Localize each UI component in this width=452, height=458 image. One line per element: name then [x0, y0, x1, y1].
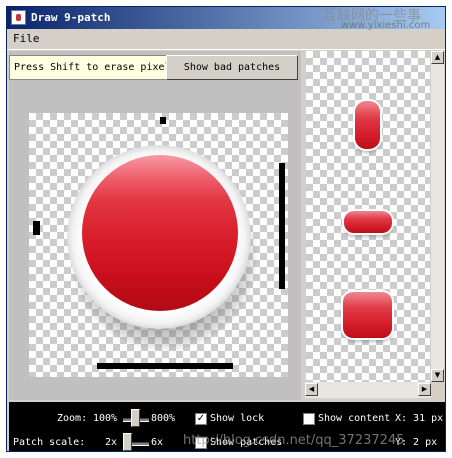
window-title: Draw 9-patch: [31, 11, 111, 24]
patch-scale-label: Patch scale:: [13, 437, 86, 448]
preview-horizontal-scrollbar[interactable]: ◀ ▶: [305, 382, 431, 398]
vertical-stretch-preview: [355, 101, 380, 149]
red-round-button-image: [82, 155, 238, 311]
menu-file[interactable]: File: [13, 32, 40, 45]
scroll-up-arrow-icon[interactable]: ▲: [431, 51, 444, 64]
zoom-slider-thumb[interactable]: [131, 409, 140, 427]
preview-pane: ▲ ▼ ◀ ▶: [305, 51, 444, 400]
show-content-label: Show content: [318, 413, 391, 424]
scroll-right-arrow-icon[interactable]: ▶: [418, 383, 431, 396]
show-lock-checkbox[interactable]: ✓: [195, 413, 207, 425]
preview-vertical-scrollbar[interactable]: ▲ ▼: [431, 51, 444, 382]
left-stretch-marker: [33, 221, 40, 235]
draw-9-patch-window: Draw 9-patch File Press Shift to erase p…: [6, 6, 446, 452]
java-app-icon: [11, 10, 26, 25]
scroll-left-arrow-icon[interactable]: ◀: [305, 383, 318, 396]
zoom-max-label: 800%: [151, 413, 176, 424]
watermark-bottom: http://blog.csdn.net/qq_37237245: [183, 433, 405, 448]
zoom-min-label: 100%: [93, 413, 118, 424]
top-stretch-marker: [160, 117, 166, 124]
both-stretch-preview: [343, 292, 392, 338]
watermark-url: www.yixieshi.com: [341, 20, 431, 31]
patch-scale-max-label: 6x: [151, 437, 164, 448]
scroll-down-arrow-icon[interactable]: ▼: [431, 369, 444, 382]
erase-hint-tooltip: Press Shift to erase pixels: [9, 55, 166, 80]
show-lock-label: Show lock: [210, 413, 265, 424]
right-padding-marker: [279, 163, 285, 289]
stretch-preview-area: [306, 51, 430, 382]
show-bad-patches-button[interactable]: Show bad patches: [166, 55, 298, 80]
horizontal-stretch-preview: [344, 211, 392, 233]
patch-scale-min-label: 2x: [105, 437, 118, 448]
zoom-label: Zoom:: [57, 413, 88, 424]
menu-bar: File: [7, 29, 445, 50]
show-content-checkbox[interactable]: [303, 413, 315, 425]
scrollbar-corner: [431, 382, 444, 398]
patch-scale-slider-thumb[interactable]: [123, 433, 132, 451]
bottom-padding-marker: [97, 363, 233, 369]
x-coordinate-readout: X: 31 px: [395, 413, 444, 424]
nine-patch-canvas[interactable]: [29, 113, 288, 377]
editor-pane: Press Shift to erase pixels Show bad pat…: [9, 51, 301, 400]
